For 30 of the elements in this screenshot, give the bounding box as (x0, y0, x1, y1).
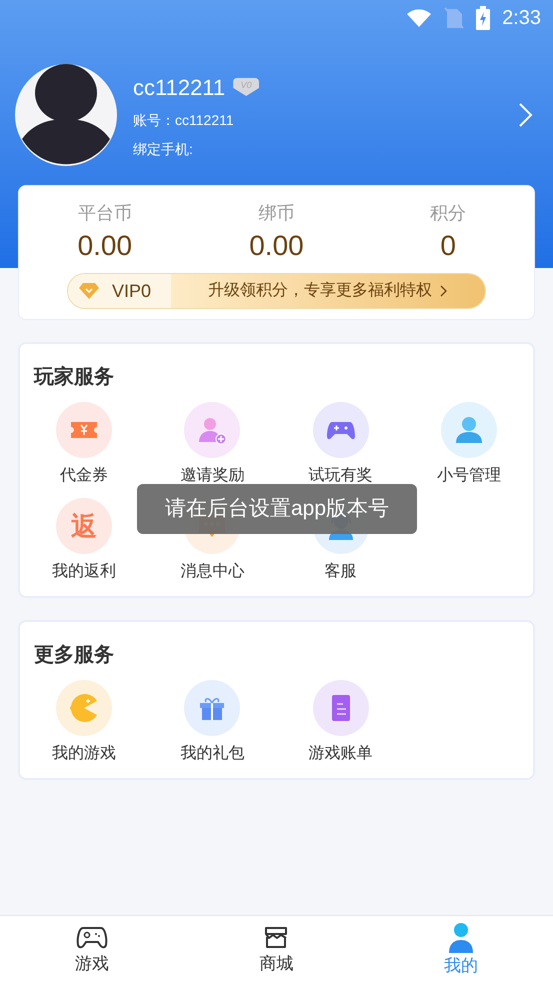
rebate-icon: 返 (71, 513, 98, 539)
status-time: 2:33 (502, 6, 541, 31)
balance-value: 0.00 (78, 229, 132, 263)
avatar-icon (15, 64, 117, 166)
no-sim-icon (444, 7, 464, 29)
balance-label: 平台币 (78, 202, 132, 225)
wifi-icon (406, 8, 432, 28)
tab[interactable]: 商城 (184, 916, 369, 983)
section-title: 玩家服务 (32, 364, 115, 390)
user-icon (446, 920, 475, 953)
username: cc112211 (133, 74, 226, 102)
balance-value: 0.00 (249, 229, 304, 263)
service-item[interactable]: 我的礼包 (148, 680, 276, 766)
service-item[interactable]: 游戏账单 (276, 680, 405, 766)
battery-charging-icon (476, 6, 490, 30)
vip-upgrade-banner[interactable]: VIP0 升级领积分，专享更多福利特权 (67, 273, 486, 309)
tab[interactable]: 游戏 (0, 916, 184, 983)
vip-level: VIP0 (112, 280, 152, 302)
balance-label: 绑币 (258, 202, 294, 225)
toast: 请在后台设置app版本号 (137, 484, 417, 534)
balance-label: 积分 (430, 202, 466, 225)
vip-promo-text: 升级领积分，专享更多福利特权 (208, 280, 432, 301)
chevron-right-icon (440, 284, 448, 298)
account-number: 账号：cc112211 (133, 110, 235, 130)
diamond-icon (78, 282, 100, 300)
bound-phone: 绑定手机: (133, 140, 194, 158)
section-title: 更多服务 (33, 643, 115, 668)
balance-value: 0 (440, 229, 456, 263)
service-item[interactable]: 我的游戏 (20, 680, 148, 766)
chevron-right-icon[interactable] (517, 101, 533, 129)
